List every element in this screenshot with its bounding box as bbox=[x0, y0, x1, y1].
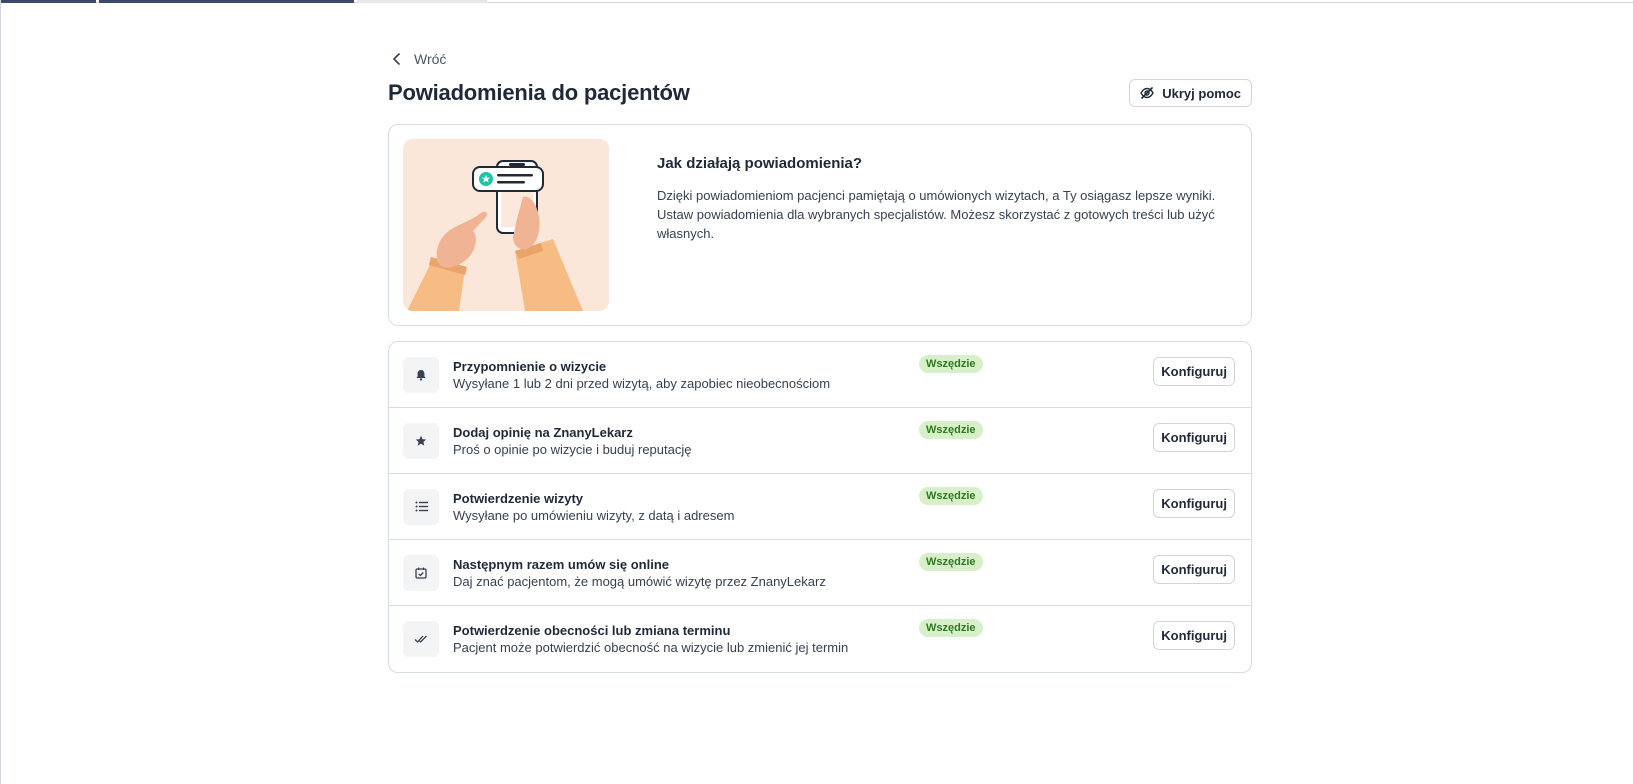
help-title: Jak działają powiadomienia? bbox=[657, 155, 863, 172]
bell-icon bbox=[403, 356, 439, 393]
phone-notification-illustration bbox=[403, 139, 609, 311]
left-border bbox=[0, 0, 1, 784]
status-badge: Wszędzie bbox=[919, 553, 983, 571]
notification-text: Potwierdzenie wizyty Wysyłane po umówien… bbox=[453, 490, 918, 524]
notification-title: Przypomnienie o wizycie bbox=[453, 358, 607, 374]
hide-help-button[interactable]: Ukryj pomoc bbox=[1129, 79, 1252, 107]
eye-off-icon bbox=[1140, 87, 1155, 99]
tab-indicator bbox=[99, 0, 354, 3]
hide-help-label: Ukryj pomoc bbox=[1162, 85, 1241, 101]
status-badge: Wszędzie bbox=[919, 421, 983, 439]
notification-subtitle: Proś o opinie po wizycie i buduj reputac… bbox=[453, 441, 692, 457]
status-badge: Wszędzie bbox=[919, 619, 983, 637]
back-link[interactable]: Wróć bbox=[388, 48, 468, 70]
help-text: Jak działają powiadomienia? Dzięki powia… bbox=[657, 139, 1227, 311]
back-link-label: Wróć bbox=[414, 51, 447, 67]
chevron-left-icon bbox=[388, 50, 406, 68]
page-title: Powiadomienia do pacjentów bbox=[388, 80, 690, 105]
notification-title: Dodaj opinię na ZnanyLekarz bbox=[453, 424, 633, 440]
status-badge: Wszędzie bbox=[919, 355, 983, 373]
page-header: Powiadomienia do pacjentów Ukryj pomoc bbox=[388, 76, 1252, 110]
notification-list: Przypomnienie o wizycie Wysyłane 1 lub 2… bbox=[388, 341, 1252, 673]
notification-text: Przypomnienie o wizycie Wysyłane 1 lub 2… bbox=[453, 358, 918, 392]
notification-text: Dodaj opinię na ZnanyLekarz Proś o opini… bbox=[453, 424, 918, 458]
browser-tab-strip bbox=[0, 0, 1633, 3]
tab-indicator bbox=[357, 0, 487, 3]
double-check-icon bbox=[403, 621, 439, 657]
notification-row: Następnym razem umów się online Daj znać… bbox=[389, 540, 1251, 606]
notification-subtitle: Pacjent może potwierdzić obecność na wiz… bbox=[453, 640, 849, 655]
configure-button[interactable]: Konfiguruj bbox=[1153, 423, 1235, 452]
notification-row: Potwierdzenie obecności lub zmiana termi… bbox=[389, 606, 1251, 672]
notification-row: Przypomnienie o wizycie Wysyłane 1 lub 2… bbox=[389, 342, 1251, 408]
notification-title: Potwierdzenie obecności lub zmiana termi… bbox=[453, 623, 731, 638]
calendar-check-icon bbox=[403, 554, 439, 591]
notification-row: Dodaj opinię na ZnanyLekarz Proś o opini… bbox=[389, 408, 1251, 474]
star-icon bbox=[403, 422, 439, 459]
help-description: Dzięki powiadomieniom pacjenci pamiętają… bbox=[657, 188, 1216, 241]
notification-row: Potwierdzenie wizyty Wysyłane po umówien… bbox=[389, 474, 1251, 540]
notification-text: Następnym razem umów się online Daj znać… bbox=[453, 556, 918, 590]
main-content: Wróć Powiadomienia do pacjentów Ukryj po… bbox=[388, 48, 1252, 673]
configure-button[interactable]: Konfiguruj bbox=[1153, 555, 1235, 584]
tab-indicator bbox=[0, 0, 96, 3]
help-card: Jak działają powiadomienia? Dzięki powia… bbox=[388, 124, 1252, 326]
status-badge: Wszędzie bbox=[919, 487, 983, 505]
configure-button[interactable]: Konfiguruj bbox=[1153, 621, 1235, 650]
configure-button[interactable]: Konfiguruj bbox=[1153, 489, 1235, 518]
notification-subtitle: Wysyłane po umówieniu wizyty, z datą i a… bbox=[453, 507, 735, 523]
notification-title: Następnym razem umów się online bbox=[453, 556, 670, 572]
list-icon bbox=[403, 488, 439, 525]
notification-text: Potwierdzenie obecności lub zmiana termi… bbox=[453, 622, 918, 656]
notification-subtitle: Wysyłane 1 lub 2 dni przed wizytą, aby z… bbox=[453, 375, 831, 391]
notification-subtitle: Daj znać pacjentom, że mogą umówić wizyt… bbox=[453, 573, 826, 589]
configure-button[interactable]: Konfiguruj bbox=[1153, 357, 1235, 386]
notification-title: Potwierdzenie wizyty bbox=[453, 490, 584, 506]
